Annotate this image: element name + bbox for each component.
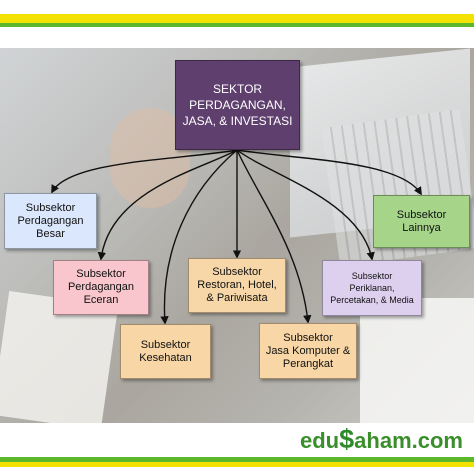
root-node-label: SEKTOR PERDAGANGAN, JASA, & INVESTASI: [182, 82, 293, 128]
node-lainnya: Subsektor Lainnya: [373, 195, 470, 248]
node-label-restoran: Subsektor Restoran, Hotel, & Pariwisata: [197, 266, 277, 304]
node-kesehatan: Subsektor Kesehatan: [120, 324, 211, 379]
node-label-periklanan: Subsektor Periklanan, Percetakan, & Medi…: [330, 271, 414, 305]
brand-text-aham: aham.com: [354, 428, 463, 453]
node-label-lainnya: Subsektor Lainnya: [396, 208, 447, 234]
arrow-to-lainnya: [236, 149, 422, 196]
node-label-kesehatan: Subsektor Kesehatan: [139, 338, 192, 364]
node-label-jasa: Subsektor Jasa Komputer & Perangkat: [265, 331, 351, 370]
arrow-to-periklanan: [236, 149, 375, 261]
dollar-sign-icon: $: [339, 424, 355, 454]
node-perdagangan-besar: Subsektor Perdagangan Besar: [4, 193, 97, 249]
root-node-sektor: SEKTOR PERDAGANGAN, JASA, & INVESTASI: [175, 60, 300, 150]
arrow-to-besar: [51, 149, 238, 194]
bottom-yellow-stripe: [0, 462, 474, 467]
node-restoran-hotel-pariwisata: Subsektor Restoran, Hotel, & Pariwisata: [188, 258, 286, 313]
node-label-besar: Subsektor Perdagangan Besar: [17, 201, 84, 240]
node-label-eceran: Subsektor Perdagangan Eceran: [67, 268, 135, 306]
node-perdagangan-eceran: Subsektor Perdagangan Eceran: [53, 260, 149, 315]
node-periklanan-percetakan-media: Subsektor Periklanan, Percetakan, & Medi…: [322, 260, 422, 316]
brand-text-edu: edu: [300, 428, 340, 453]
arrow-to-eceran: [97, 149, 238, 261]
brand-logo: edu$aham.com: [300, 424, 463, 454]
node-jasa-komputer-perangkat: Subsektor Jasa Komputer & Perangkat: [259, 323, 357, 379]
